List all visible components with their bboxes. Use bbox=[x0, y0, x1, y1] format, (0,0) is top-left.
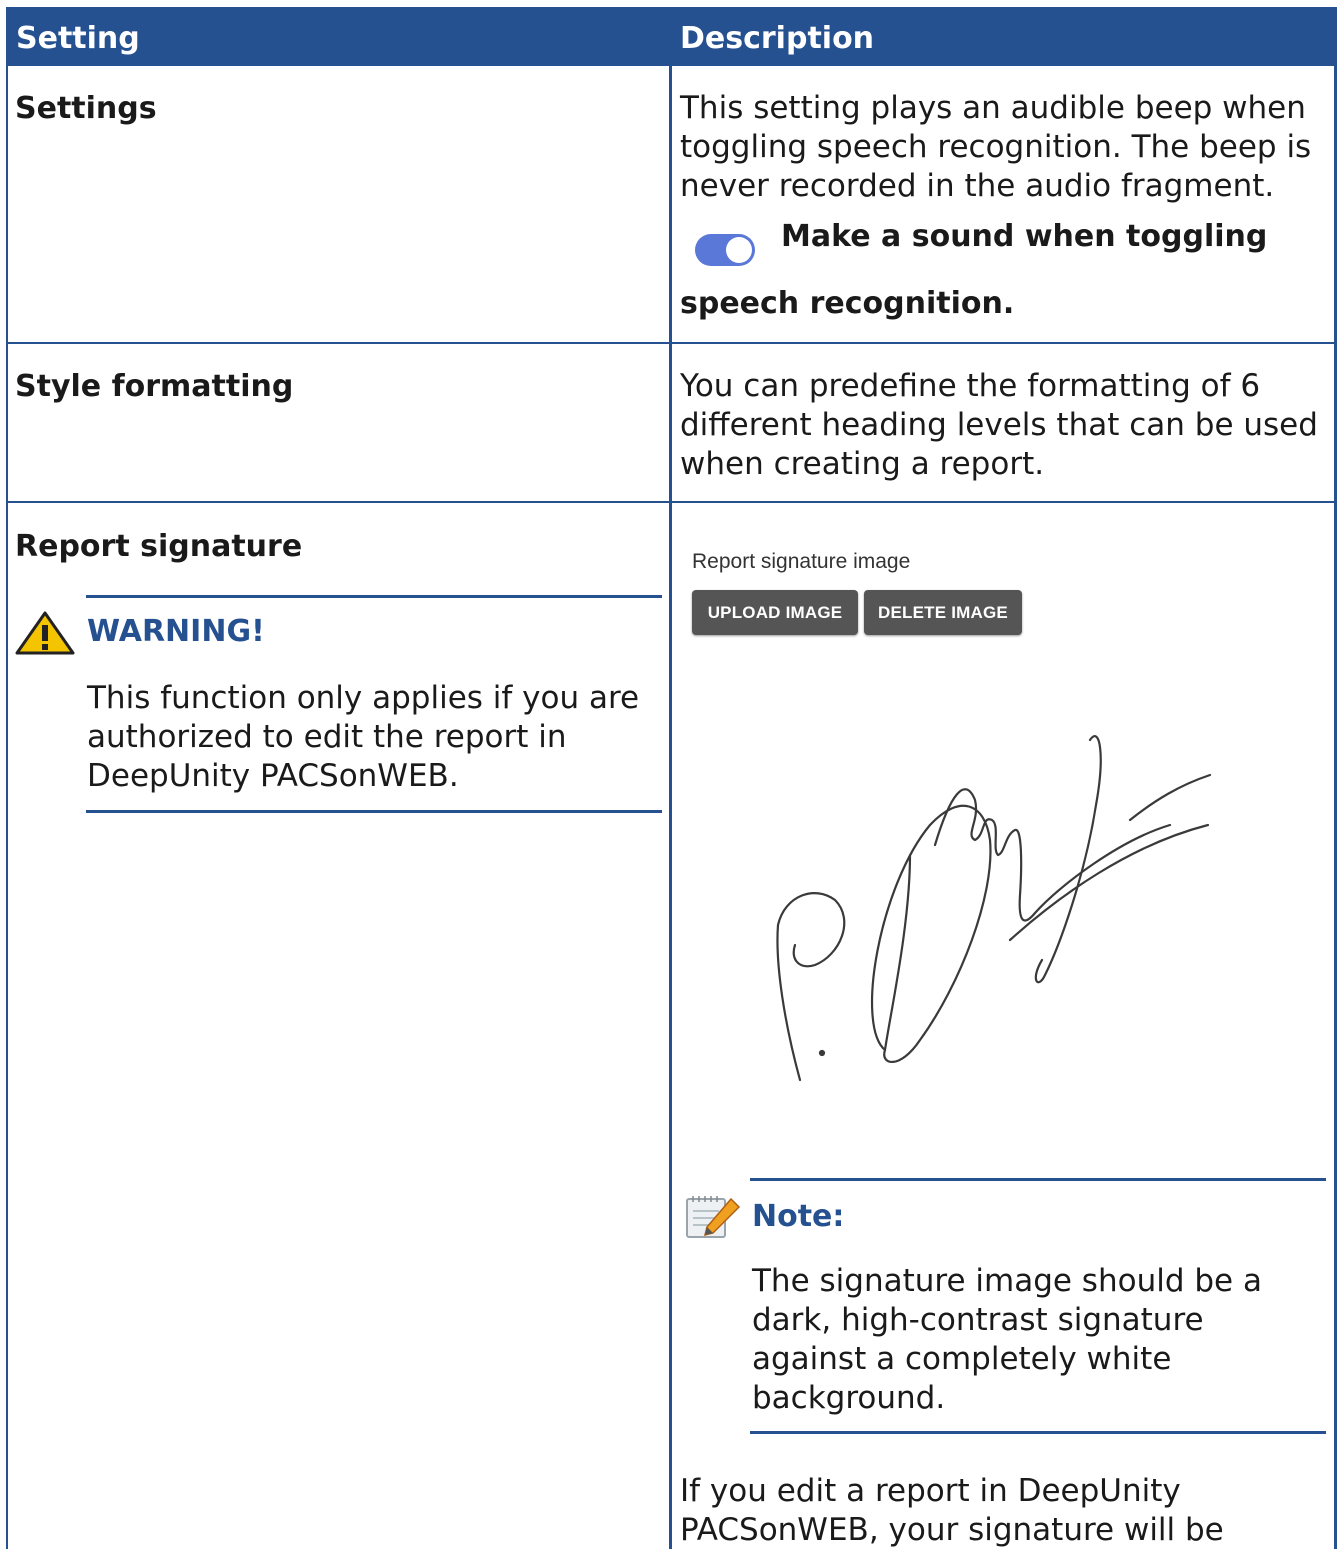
warning-text: This function only applies if you are au… bbox=[87, 680, 640, 794]
row-divider-2 bbox=[6, 501, 1337, 503]
note-title: Note: bbox=[752, 1199, 845, 1234]
setting-style-formatting: Style formatting bbox=[15, 369, 294, 404]
style-formatting-description: You can predefine the formatting of 6 di… bbox=[680, 368, 1318, 482]
table-header: Setting Description bbox=[6, 7, 1337, 66]
signature-image-label: Report signature image bbox=[692, 550, 911, 573]
row-divider-1 bbox=[6, 342, 1337, 344]
toggle-knob bbox=[726, 237, 752, 263]
toggle-label-line2: speech recognition. bbox=[680, 286, 1015, 321]
toggle-label-line1: Make a sound when toggling bbox=[781, 219, 1268, 254]
warning-icon bbox=[15, 611, 75, 655]
header-description: Description bbox=[680, 21, 875, 56]
table-column-divider bbox=[669, 66, 672, 1549]
signature-footer-text: If you edit a report in DeepUnity PACSon… bbox=[680, 1473, 1224, 1548]
delete-image-button[interactable]: DELETE IMAGE bbox=[864, 590, 1022, 635]
beep-toggle[interactable] bbox=[695, 234, 755, 266]
warning-title: WARNING! bbox=[87, 614, 265, 649]
warning-bottom-rule bbox=[86, 810, 662, 813]
note-text: The signature image should be a dark, hi… bbox=[752, 1263, 1262, 1416]
setting-settings: Settings bbox=[15, 91, 157, 126]
settings-description: This setting plays an audible beep when … bbox=[680, 90, 1312, 204]
upload-image-button[interactable]: UPLOAD IMAGE bbox=[692, 590, 858, 635]
note-bottom-rule bbox=[750, 1431, 1326, 1434]
table-border-right bbox=[1334, 66, 1337, 1549]
note-icon bbox=[686, 1196, 741, 1238]
note-top-rule bbox=[750, 1178, 1326, 1181]
setting-report-signature: Report signature bbox=[15, 529, 303, 564]
signature-image bbox=[776, 735, 1212, 1082]
warning-top-rule bbox=[86, 595, 662, 598]
table-border-left bbox=[6, 66, 8, 1549]
header-setting: Setting bbox=[16, 21, 140, 56]
